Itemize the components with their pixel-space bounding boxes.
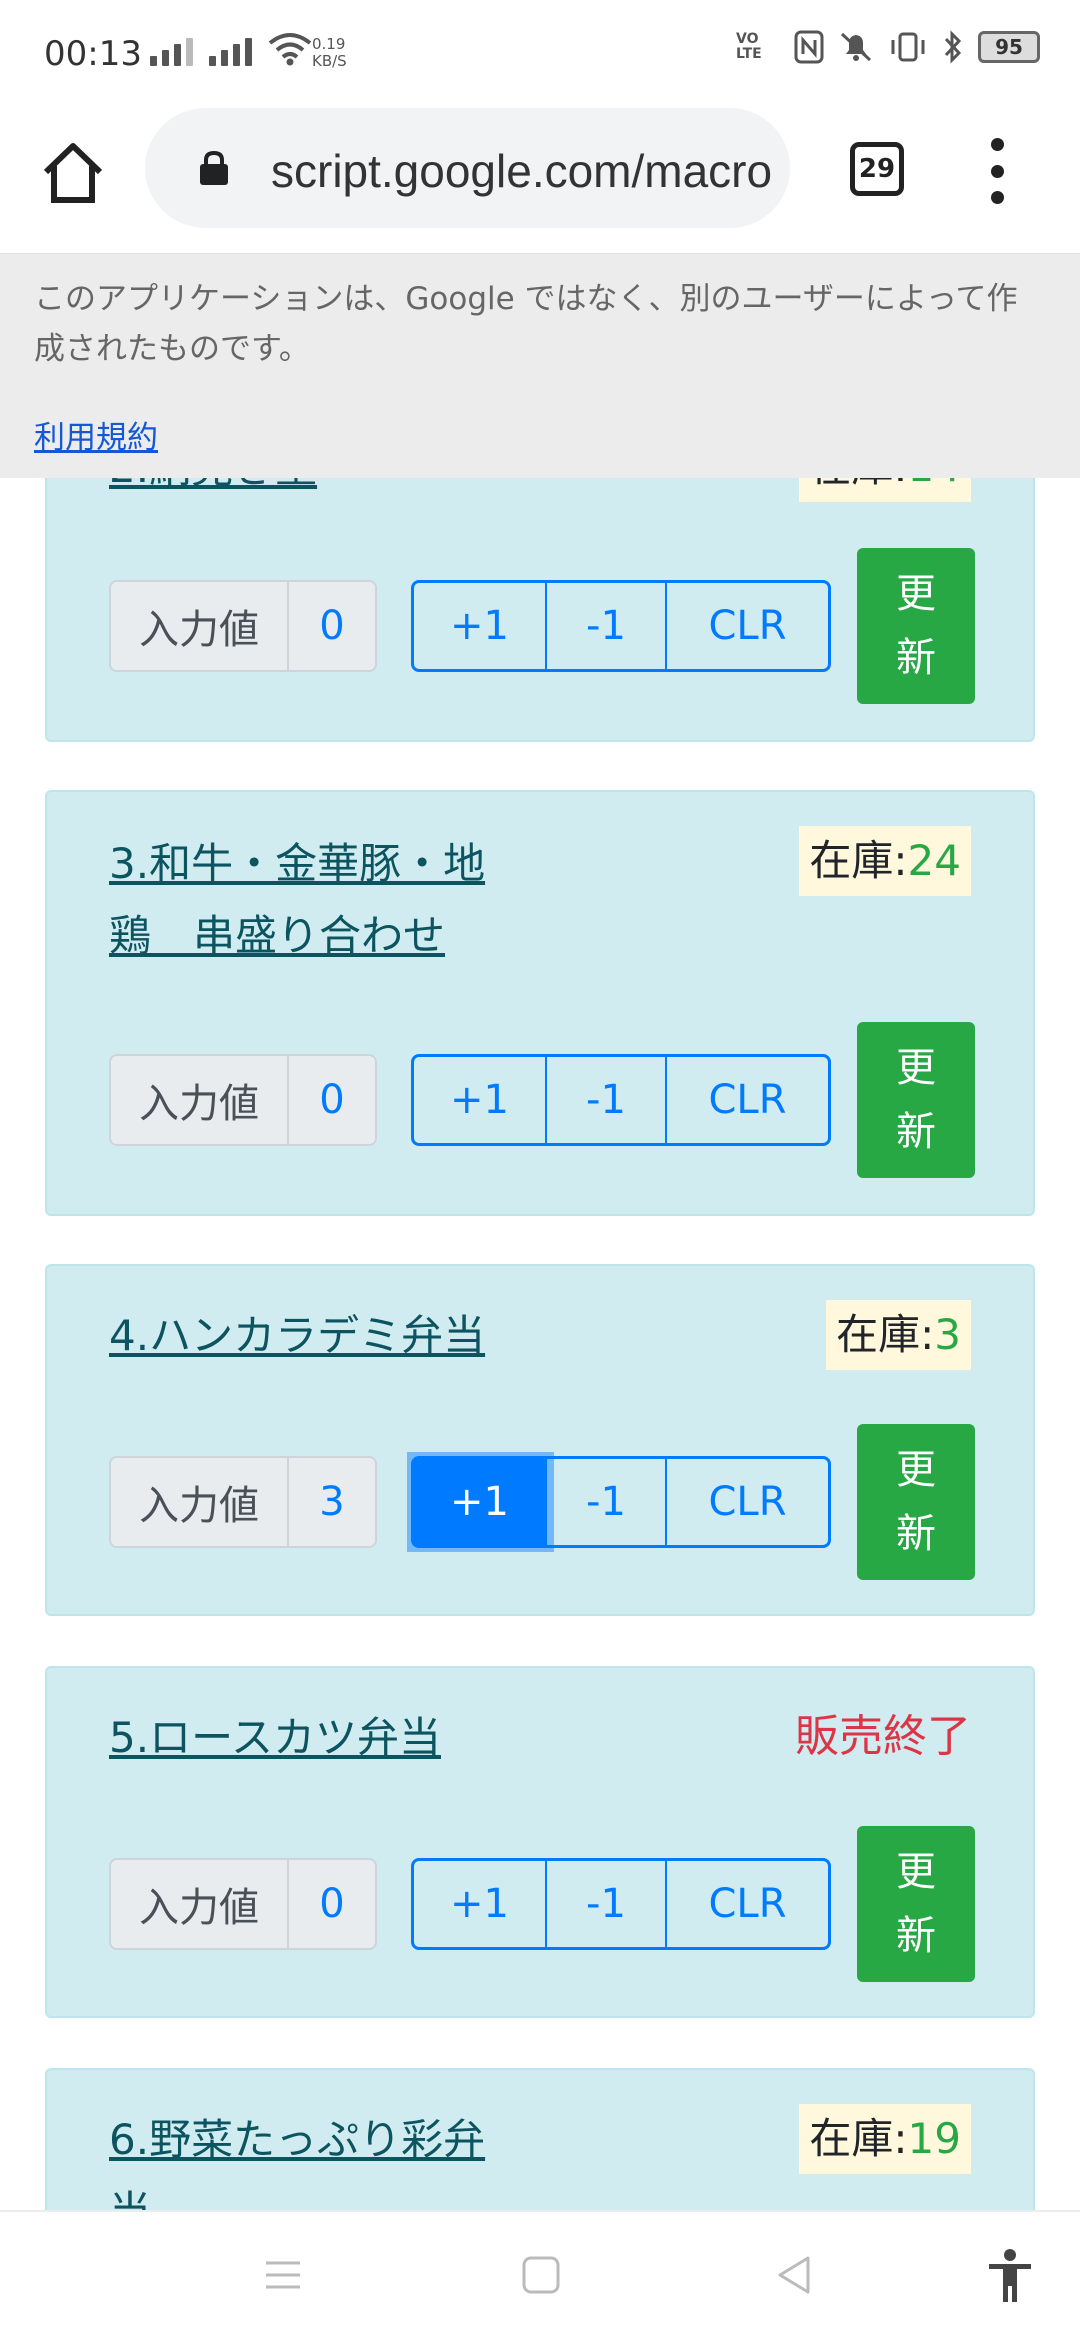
update-button[interactable]: 更 新 [857,548,975,704]
clear-button[interactable]: CLR [667,1861,828,1947]
item-name-line-1: 6.野菜たっぷり彩弁 [109,2115,486,2164]
quantity-controls: 入力値 0 +1 -1 CLR 更 新 [109,548,975,704]
adjust-button-group: +1 -1 CLR [411,1054,831,1146]
plus-one-button[interactable]: +1 [414,1057,547,1143]
update-label-2: 新 [896,1511,936,1557]
more-menu-icon[interactable] [985,138,1009,204]
update-label-1: 更 [896,1045,936,1091]
minus-one-button[interactable]: -1 [547,1861,667,1947]
item-card-5: 5.ロースカツ弁当 販売終了 入力値 0 +1 -1 CLR 更 新 [45,1666,1035,2018]
item-name-link[interactable]: 3.和牛・金華豚・地 鶏 串盛り合わせ [109,828,485,972]
browser-toolbar: script.google.com/macros 29 [0,108,1080,254]
input-value-label: 入力値 [111,1860,289,1948]
status-time: 00:13 [44,34,142,74]
clear-button[interactable]: CLR [667,1459,828,1545]
accessibility-icon[interactable] [985,2248,1035,2304]
item-card-4: 4.ハンカラデミ弁当 在庫:3 入力値 3 +1 -1 CLR 更 新 [45,1264,1035,1616]
adjust-button-group: +1 -1 CLR [411,580,831,672]
item-name-link[interactable]: 4.ハンカラデミ弁当 [109,1300,485,1372]
stock-badge: 在庫:19 [799,2104,971,2174]
network-speed-value: 0.19 [312,35,346,53]
input-value-label: 入力値 [111,582,289,670]
wifi-icon [268,33,312,66]
update-button[interactable]: 更 新 [857,1022,975,1178]
stock-badge: 在庫:3 [826,1300,971,1370]
mute-bell-icon [840,32,872,62]
input-value-group: 入力値 3 [109,1456,377,1548]
back-icon[interactable] [774,2254,816,2296]
adjust-button-group: +1 -1 CLR [411,1858,831,1950]
item-name-link[interactable]: 5.ロースカツ弁当 [109,1702,441,1774]
warning-banner: このアプリケーションは、Google ではなく、別のユーザーによって作成されたも… [0,254,1080,478]
vibrate-icon [891,32,925,62]
plus-one-button[interactable]: +1 [414,583,547,669]
signal-strength-icon [150,32,193,66]
item-name-line-1: 3.和牛・金華豚・地 [109,839,486,888]
input-value-field[interactable]: 0 [289,582,375,670]
input-value-label: 入力値 [111,1056,289,1144]
update-label-2: 新 [896,635,936,681]
input-value-field[interactable]: 0 [289,1056,375,1144]
stock-label: 在庫: [836,1310,935,1359]
clear-button[interactable]: CLR [667,583,828,669]
signal-strength-icon [209,32,252,66]
address-bar[interactable]: script.google.com/macros [145,108,790,228]
status-bar: 00:13 0.19 KB/S VO LTE 95 [0,0,1080,108]
bluetooth-icon [944,30,962,64]
volte-icon: VO LTE [736,31,762,62]
update-button[interactable]: 更 新 [857,1826,975,1982]
stock-count: 3 [934,1310,961,1359]
lock-icon [200,150,228,185]
update-label-1: 更 [896,1447,936,1493]
item-card-3: 3.和牛・金華豚・地 鶏 串盛り合わせ 在庫:24 入力値 0 +1 -1 CL… [45,790,1035,1216]
battery-icon: 95 [978,31,1040,63]
quantity-controls: 入力値 3 +1 -1 CLR 更 新 [109,1424,975,1580]
stock-count: 19 [907,2114,961,2163]
status-left-icons [150,32,312,66]
stock-label: 在庫: [809,2114,908,2163]
input-value-group: 入力値 0 [109,1858,377,1950]
item-name-line-2: 鶏 串盛り合わせ [109,911,446,960]
status-right-icons: VO LTE 95 [736,30,1040,64]
plus-one-button[interactable]: +1 [414,1459,547,1545]
recents-icon[interactable] [262,2254,304,2296]
stock-badge: 在庫:24 [799,826,971,896]
system-navigation-bar [0,2210,1080,2340]
update-label-1: 更 [896,1849,936,1895]
input-value-group: 入力値 0 [109,1054,377,1146]
update-label-2: 新 [896,1109,936,1155]
input-value-label: 入力値 [111,1458,289,1546]
network-speed-unit: KB/S [312,52,347,70]
update-label-2: 新 [896,1913,936,1959]
home-icon[interactable] [38,138,108,208]
quantity-controls: 入力値 0 +1 -1 CLR 更 新 [109,1826,975,1982]
plus-one-button[interactable]: +1 [414,1861,547,1947]
stock-label: 在庫: [809,836,908,885]
update-button[interactable]: 更 新 [857,1424,975,1580]
minus-one-button[interactable]: -1 [547,583,667,669]
nfc-icon [794,30,824,64]
banner-message: このアプリケーションは、Google ではなく、別のユーザーによって作成されたも… [34,281,1018,367]
network-speed: 0.19 KB/S [312,36,347,70]
minus-one-button[interactable]: -1 [547,1057,667,1143]
input-value-field[interactable]: 3 [289,1458,375,1546]
tab-switcher-button[interactable]: 29 [850,142,904,196]
home-nav-icon[interactable] [520,2254,562,2296]
minus-one-button[interactable]: -1 [547,1459,667,1545]
terms-link[interactable]: 利用規約 [34,412,158,457]
screen: 2.絹晃き重 在庫:14 入力値 0 +1 -1 CLR 更 新 [0,0,1080,2340]
sold-out-label: 販売終了 [795,1711,971,1762]
adjust-button-group: +1 -1 CLR [411,1456,831,1548]
input-value-group: 入力値 0 [109,580,377,672]
update-label-1: 更 [896,571,936,617]
input-value-field[interactable]: 0 [289,1860,375,1948]
clear-button[interactable]: CLR [667,1057,828,1143]
quantity-controls: 入力値 0 +1 -1 CLR 更 新 [109,1022,975,1178]
url-text: script.google.com/macros [271,145,771,197]
stock-count: 24 [907,836,961,885]
